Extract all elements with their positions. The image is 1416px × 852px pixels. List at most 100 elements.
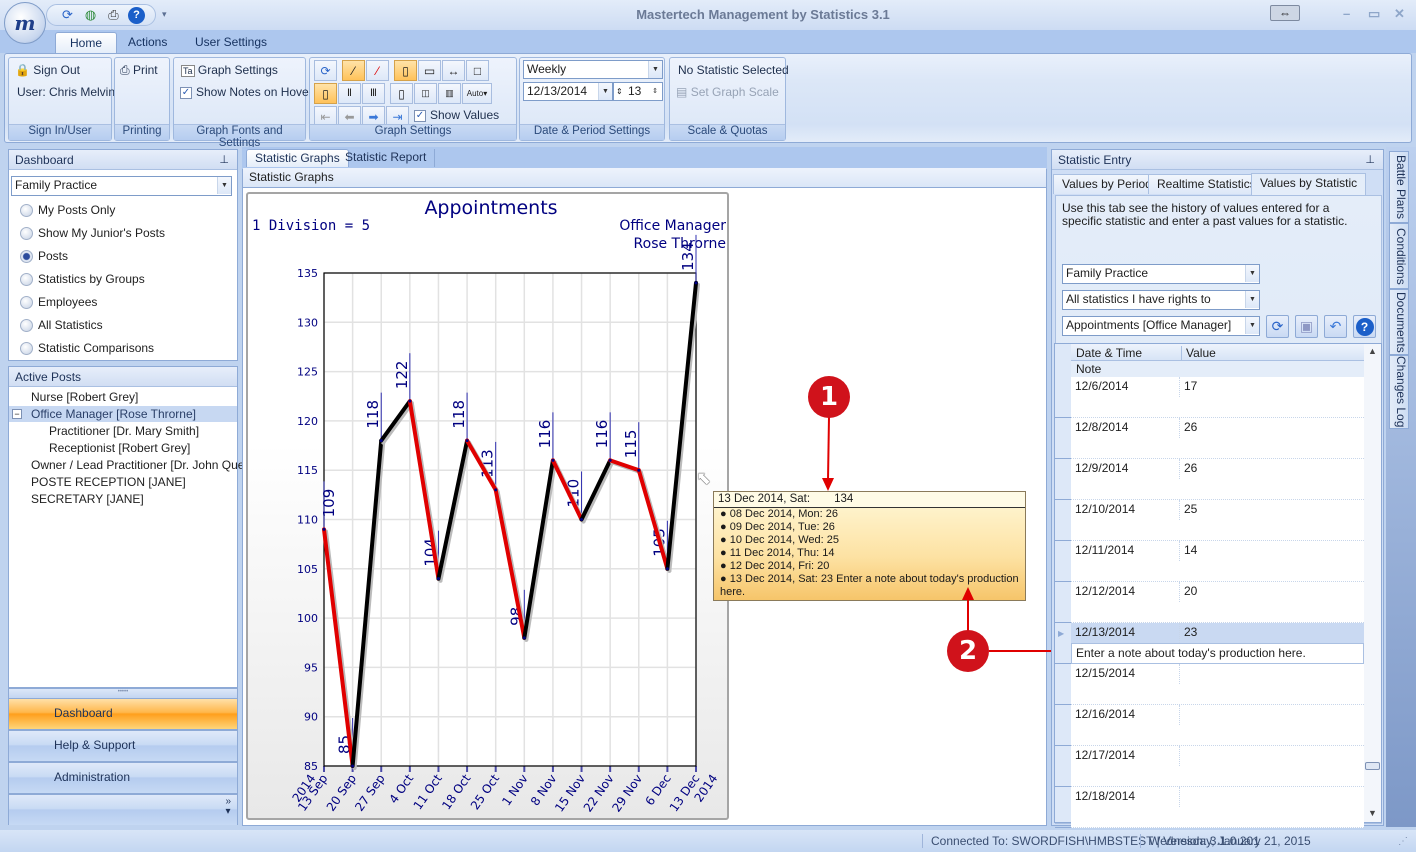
tree-item-post[interactable]: POSTE RECEPTION [JANE]	[31, 475, 186, 489]
view-option-radio[interactable]: My Posts Only	[20, 203, 115, 217]
cell-value[interactable]: 17	[1180, 377, 1364, 397]
side-tab-conditions[interactable]: Conditions	[1389, 223, 1409, 289]
row-header[interactable]	[1055, 582, 1071, 623]
view-option-radio[interactable]: Statistic Comparisons	[20, 341, 154, 355]
pin-icon[interactable]: ⊥	[1365, 150, 1375, 170]
collapse-icon[interactable]: −	[12, 409, 22, 419]
table-row[interactable]: 12/13/2014 23 Enter a note about today's p…	[1071, 623, 1364, 664]
view-option-radio[interactable]: All Statistics	[20, 318, 103, 332]
table-row[interactable]: 12/16/2014	[1071, 705, 1364, 746]
graph-settings-button[interactable]: Ta Graph Settings	[181, 63, 278, 77]
table-row[interactable]: 12/18/2014	[1071, 787, 1364, 828]
row-header[interactable]	[1055, 623, 1071, 664]
cell-date[interactable]: 12/8/2014	[1071, 418, 1180, 438]
table-row[interactable]: 12/8/2014 26	[1071, 418, 1364, 459]
organization-select[interactable]: Family Practice ▼	[11, 176, 232, 196]
tab-values-by-period[interactable]: Values by Period	[1053, 174, 1161, 194]
view-option-radio[interactable]: Statistics by Groups	[20, 272, 145, 286]
tab-user-settings[interactable]: User Settings	[181, 32, 281, 54]
close-button[interactable]: ✕	[1394, 6, 1405, 22]
help-button[interactable]: ?	[1353, 315, 1376, 338]
scroll-thumb[interactable]	[1365, 762, 1380, 770]
sign-out-button[interactable]: 🔒 Sign Out	[15, 63, 80, 77]
cell-value[interactable]	[1180, 787, 1364, 807]
row-header[interactable]	[1055, 541, 1071, 582]
cell-date[interactable]: 12/10/2014	[1071, 500, 1180, 520]
column-note[interactable]: Note	[1071, 361, 1364, 377]
column-date[interactable]: Date & Time	[1076, 346, 1142, 360]
scroll-up-icon[interactable]: ▲	[1368, 346, 1377, 356]
refresh-graph-button[interactable]: ⟳	[314, 60, 337, 81]
tab-statistic-report[interactable]: Statistic Report	[337, 149, 436, 167]
grid-scrollbar[interactable]: ▲ ▼	[1364, 344, 1381, 822]
scale-option-2-button[interactable]: Ⅲ	[362, 83, 385, 104]
cell-date[interactable]: 12/12/2014	[1071, 582, 1180, 602]
stat-organization-select[interactable]: Family Practice ▼	[1062, 264, 1260, 284]
print-button[interactable]: ⎙ Print	[120, 63, 158, 78]
view-option-radio[interactable]: Show My Junior's Posts	[20, 226, 165, 240]
scroll-down-icon[interactable]: ▼	[1368, 808, 1377, 818]
fit-width-button[interactable]: ↔	[442, 60, 465, 81]
save-button[interactable]: ▣	[1295, 315, 1318, 338]
cell-value[interactable]: 26	[1180, 418, 1364, 438]
resize-arrows-button[interactable]: ⇔	[1270, 5, 1300, 21]
row-header[interactable]	[1055, 500, 1071, 541]
cell-date[interactable]: 12/9/2014	[1071, 459, 1180, 479]
cell-value[interactable]: 20	[1180, 582, 1364, 602]
date-picker[interactable]: 12/13/2014 ▼	[523, 82, 613, 101]
tree-item-post[interactable]: Office Manager [Rose Throrne]	[31, 407, 196, 421]
period-select[interactable]: Weekly ▼	[523, 60, 663, 79]
tree-item-post[interactable]: SECRETARY [JANE]	[31, 492, 144, 506]
side-tab-documents[interactable]: Documents	[1389, 289, 1409, 355]
pin-icon[interactable]: ⊥	[219, 150, 229, 170]
row-header[interactable]	[1055, 746, 1071, 787]
view-option-radio[interactable]: Posts	[20, 249, 68, 263]
note-editor[interactable]: Enter a note about today's production he…	[1071, 643, 1364, 664]
scale-option-1-button[interactable]: Ⅱ	[338, 83, 361, 104]
tab-realtime-statistics[interactable]: Realtime Statistics	[1148, 174, 1265, 194]
cell-date[interactable]: 12/17/2014	[1071, 746, 1180, 766]
side-tab-battle-plans[interactable]: Battle Plans	[1389, 151, 1409, 223]
tab-values-by-statistic[interactable]: Values by Statistic	[1251, 173, 1367, 195]
period-count-spinner[interactable]: ⇕ 13 ⇕	[613, 82, 663, 101]
cell-value[interactable]: 25	[1180, 500, 1364, 520]
resize-grip-icon[interactable]: ⋰	[1398, 836, 1408, 847]
cell-value[interactable]	[1180, 705, 1364, 725]
table-row[interactable]: 12/10/2014 25	[1071, 500, 1364, 541]
table-row[interactable]: 12/9/2014 26	[1071, 459, 1364, 500]
tree-item-post[interactable]: Practitioner [Dr. Mary Smith]	[49, 424, 199, 438]
tree-item-post[interactable]: Nurse [Robert Grey]	[31, 390, 138, 404]
stat-filter-select[interactable]: All statistics I have rights to ▼	[1062, 290, 1260, 310]
splitter-handle[interactable]: •••••	[9, 689, 237, 698]
trend-red-button[interactable]: ⁄	[366, 60, 389, 81]
row-header[interactable]	[1055, 418, 1071, 459]
cell-value[interactable]: 14	[1180, 541, 1364, 561]
tab-home[interactable]: Home	[55, 32, 118, 54]
cell-date[interactable]: 12/6/2014	[1071, 377, 1180, 397]
column-value[interactable]: Value	[1181, 346, 1216, 360]
row-header[interactable]	[1055, 787, 1071, 828]
fit-page-button[interactable]: □	[466, 60, 489, 81]
refresh-values-button[interactable]: ⟳	[1266, 315, 1289, 338]
row-header[interactable]	[1055, 459, 1071, 500]
columns-2-button[interactable]: ◫	[414, 83, 437, 104]
nav-help-support[interactable]: Help & Support	[9, 730, 237, 761]
undo-button[interactable]: ↶	[1324, 315, 1347, 338]
statistic-select[interactable]: Appointments [Office Manager] ▼	[1062, 316, 1260, 336]
set-graph-scale-button[interactable]: ▤ Set Graph Scale	[676, 85, 779, 99]
trend-line-button[interactable]: ⁄	[342, 60, 365, 81]
cell-date[interactable]: 12/15/2014	[1071, 664, 1180, 684]
view-option-radio[interactable]: Employees	[20, 295, 97, 309]
table-row[interactable]: 12/15/2014	[1071, 664, 1364, 705]
cell-value[interactable]: 23	[1180, 623, 1364, 643]
cell-value[interactable]	[1180, 664, 1364, 684]
table-row[interactable]: 12/17/2014	[1071, 746, 1364, 787]
fit-height-button[interactable]: ▯	[314, 83, 337, 104]
maximize-button[interactable]: ▭	[1368, 6, 1380, 22]
table-row[interactable]: 12/12/2014 20	[1071, 582, 1364, 623]
side-tab-changes-log[interactable]: Changes Log	[1389, 355, 1409, 429]
cell-value[interactable]	[1180, 746, 1364, 766]
show-values-checkbox[interactable]: ✓ Show Values	[414, 108, 499, 122]
cell-date[interactable]: 12/11/2014	[1071, 541, 1180, 561]
minimize-button[interactable]: –	[1343, 6, 1350, 21]
